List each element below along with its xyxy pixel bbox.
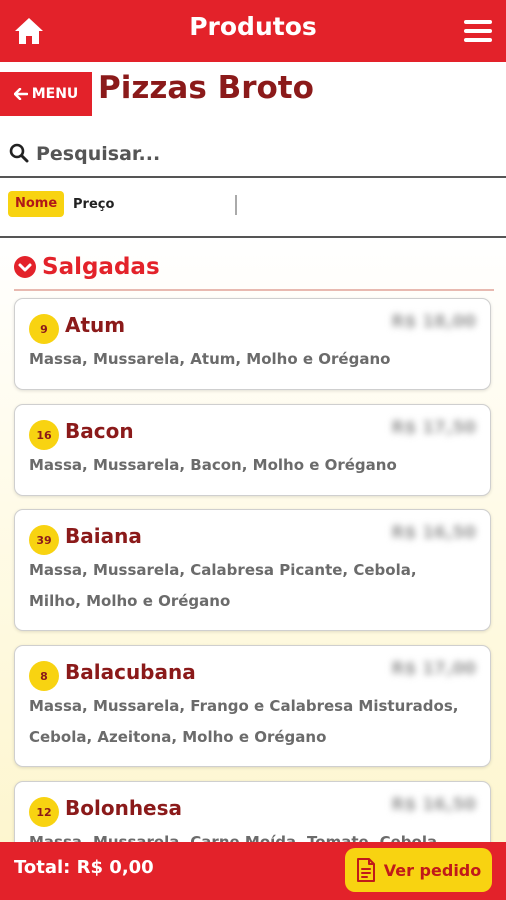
- product-card[interactable]: 12 Bolonhesa R$ 16,50 Massa, Mussarela, …: [14, 781, 491, 842]
- product-description: Massa, Mussarela, Frango e Calabresa Mis…: [29, 697, 459, 746]
- product-number-badge: 39: [29, 525, 59, 555]
- product-name: Atum: [65, 313, 126, 337]
- back-to-menu-button[interactable]: MENU: [0, 72, 92, 116]
- view-order-label: Ver pedido: [383, 860, 482, 880]
- product-price: R$ 16,50: [391, 523, 476, 543]
- search-input[interactable]: [34, 138, 478, 170]
- product-name: Bacon: [65, 419, 134, 443]
- product-name: Baiana: [65, 524, 142, 548]
- chevron-down-circle-icon: [14, 256, 36, 278]
- bottom-bar: Total: R$ 0,00 Ver pedido: [0, 842, 506, 900]
- product-description: Massa, Mussarela, Bacon, Molho e Orégano: [29, 456, 397, 474]
- product-price: R$ 16,50: [391, 795, 476, 815]
- search-bar: [0, 130, 506, 178]
- product-number-badge: 9: [29, 314, 59, 344]
- back-to-menu-label: MENU: [31, 86, 79, 102]
- product-card[interactable]: 9 Atum R$ 18,00 Massa, Mussarela, Atum, …: [14, 298, 491, 390]
- hamburger-menu-icon[interactable]: [464, 20, 492, 42]
- sort-by-price-button[interactable]: Preço: [73, 197, 114, 212]
- category-title: Pizzas Broto: [98, 70, 314, 106]
- section-header-salgadas[interactable]: Salgadas: [14, 252, 160, 282]
- page-title: Produtos: [189, 12, 317, 41]
- product-name: Bolonhesa: [65, 796, 183, 820]
- sort-by-name-button[interactable]: Nome: [8, 191, 65, 217]
- search-icon: [9, 143, 29, 163]
- section-divider: [14, 289, 494, 291]
- arrow-left-icon: [13, 88, 28, 100]
- product-card[interactable]: 39 Baiana R$ 16,50 Massa, Mussarela, Cal…: [14, 509, 491, 631]
- product-list[interactable]: Salgadas 9 Atum R$ 18,00 Massa, Mussarel…: [0, 238, 506, 842]
- top-app-bar: Produtos: [0, 0, 506, 62]
- order-total: Total: R$ 0,00: [14, 857, 154, 878]
- product-card[interactable]: 8 Balacubana R$ 17,00 Massa, Mussarela, …: [14, 645, 491, 767]
- product-number-badge: 12: [29, 797, 59, 827]
- product-name: Balacubana: [65, 660, 196, 684]
- product-number-badge: 16: [29, 420, 59, 450]
- document-icon: [356, 858, 375, 882]
- sort-bar: Nome Preço: [0, 178, 506, 238]
- section-title: Salgadas: [42, 254, 160, 280]
- product-description: Massa, Mussarela, Calabresa Picante, Ceb…: [29, 561, 417, 610]
- product-price: R$ 18,00: [391, 312, 476, 332]
- view-order-button[interactable]: Ver pedido: [345, 848, 492, 892]
- product-description: Massa, Mussarela, Carne Moída, Tomate, C…: [29, 833, 438, 842]
- product-price: R$ 17,50: [391, 418, 476, 438]
- product-price: R$ 17,00: [391, 659, 476, 679]
- product-card[interactable]: 16 Bacon R$ 17,50 Massa, Mussarela, Baco…: [14, 404, 491, 496]
- divider: [235, 195, 237, 215]
- product-description: Massa, Mussarela, Atum, Molho e Orégano: [29, 350, 391, 368]
- product-number-badge: 8: [29, 661, 59, 691]
